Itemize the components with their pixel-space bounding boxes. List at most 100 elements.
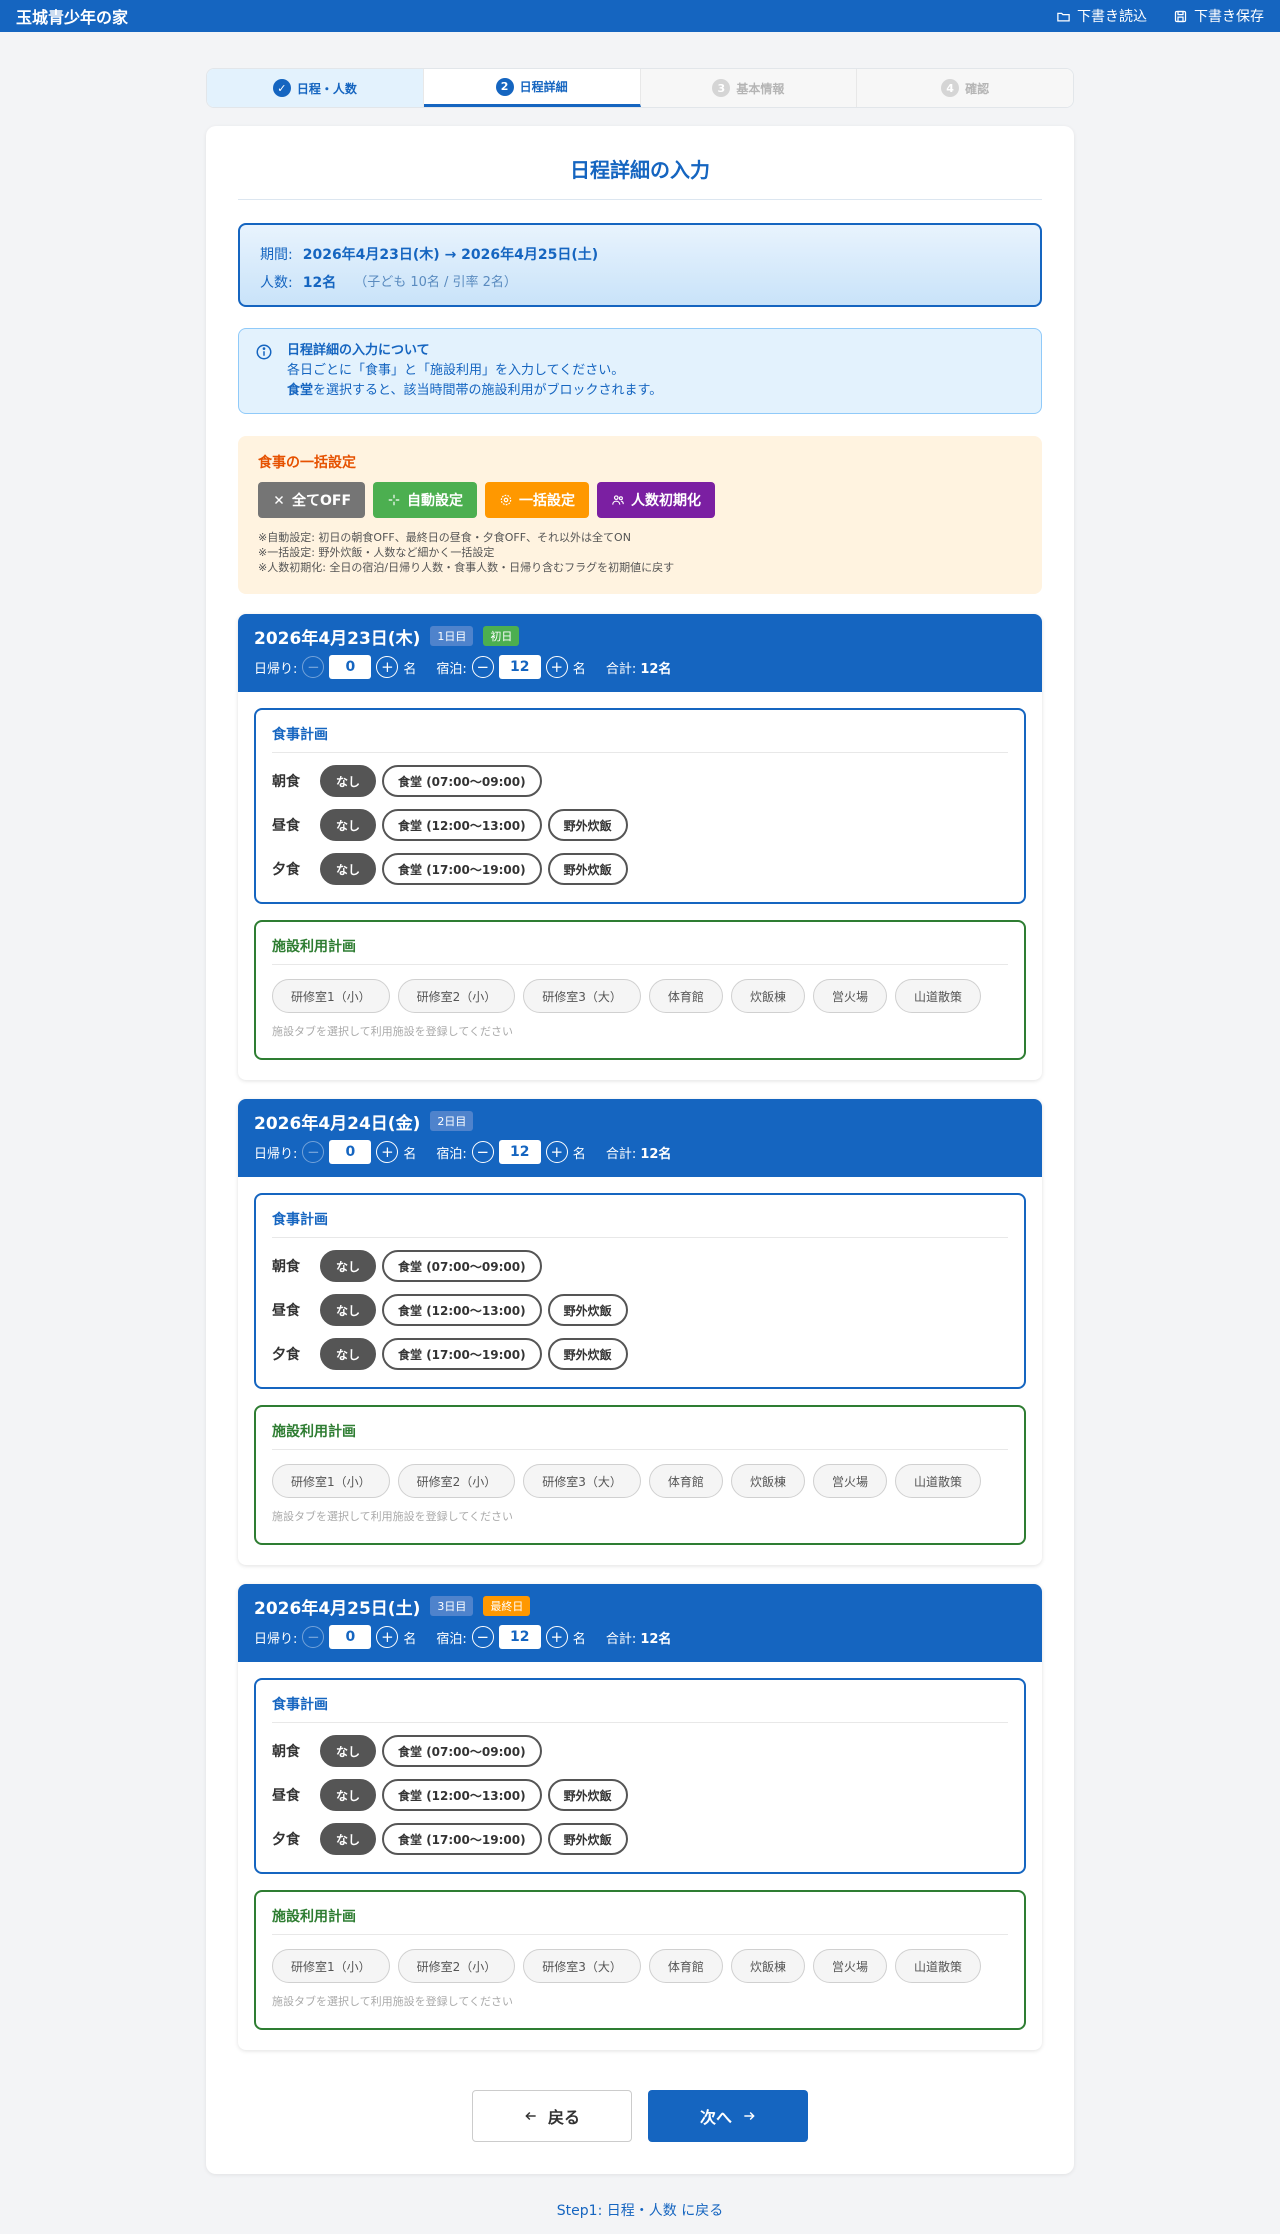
app-title: 玉城青少年の家 [16, 8, 129, 27]
back-to-step1-link[interactable]: Step1: 日程・人数 に戻る [0, 2200, 1280, 2220]
dinner-row: 夕食 なし 食堂 (17:00〜19:00) 野外炊飯 [272, 1823, 1008, 1855]
breakfast-cafeteria-option[interactable]: 食堂 (07:00〜09:00) [382, 1735, 542, 1767]
breakfast-none-option[interactable]: なし [320, 1250, 377, 1282]
facility-tab-campfire-site[interactable]: 営火場 [812, 1464, 887, 1498]
stay-minus-button[interactable]: − [471, 1626, 494, 1648]
breakfast-none-option[interactable]: なし [320, 765, 377, 797]
daytrip-count[interactable]: 0 [329, 1140, 372, 1164]
daytrip-count[interactable]: 0 [329, 655, 372, 679]
stay-count[interactable]: 12 [498, 1140, 541, 1164]
stay-unit: 名 [572, 1631, 586, 1647]
facility-tab-cooking-building[interactable]: 炊飯棟 [730, 1464, 805, 1498]
day-total: 合計: 12名 [606, 1143, 672, 1162]
day-number-badge: 3日目 [430, 1596, 474, 1616]
stay-count[interactable]: 12 [498, 1625, 541, 1649]
dinner-none-option[interactable]: なし [320, 853, 377, 885]
daytrip-plus-button[interactable]: + [376, 1626, 399, 1648]
lunch-outdoor-option[interactable]: 野外炊飯 [547, 1294, 628, 1326]
facility-tab-training-room-1[interactable]: 研修室1（小） [272, 1464, 390, 1498]
stay-plus-button[interactable]: + [545, 1626, 568, 1648]
lunch-none-option[interactable]: なし [320, 1779, 377, 1811]
facility-tab-gymnasium[interactable]: 体育館 [648, 1949, 723, 1983]
back-button[interactable]: 戻る [472, 2090, 632, 2142]
facility-tab-training-room-2[interactable]: 研修室2（小） [397, 979, 516, 1013]
all-off-button[interactable]: 全てOFF [258, 482, 366, 518]
facility-tabs: 研修室1（小） 研修室2（小） 研修室3（大） 体育館 炊飯棟 営火場 山道散策 [272, 979, 1008, 1013]
dinner-row: 夕食 なし 食堂 (17:00〜19:00) 野外炊飯 [272, 1338, 1008, 1370]
total-value: 12名 [640, 661, 672, 677]
stay-minus-button[interactable]: − [471, 1141, 494, 1163]
next-button[interactable]: 次へ [648, 2090, 808, 2142]
daytrip-minus-button[interactable]: − [302, 656, 325, 678]
dinner-outdoor-option[interactable]: 野外炊飯 [547, 1338, 628, 1370]
dinner-outdoor-option[interactable]: 野外炊飯 [547, 853, 628, 885]
facility-tab-training-room-1[interactable]: 研修室1（小） [272, 979, 390, 1013]
dinner-cafeteria-option[interactable]: 食堂 (17:00〜19:00) [382, 1823, 542, 1855]
lunch-none-option[interactable]: なし [320, 1294, 377, 1326]
daytrip-plus-button[interactable]: + [376, 656, 399, 678]
lunch-cafeteria-option[interactable]: 食堂 (12:00〜13:00) [382, 1779, 542, 1811]
dinner-none-option[interactable]: なし [320, 1823, 377, 1855]
header-actions: 下書き読込 下書き保存 [1056, 6, 1264, 26]
dinner-label: 夕食 [272, 1347, 300, 1363]
meal-plan-title: 食事計画 [272, 724, 1008, 753]
lunch-outdoor-option[interactable]: 野外炊飯 [547, 809, 628, 841]
reset-count-button[interactable]: 人数初期化 [597, 482, 716, 518]
breakfast-cafeteria-option[interactable]: 食堂 (07:00〜09:00) [382, 765, 542, 797]
daytrip-minus-button[interactable]: − [302, 1141, 325, 1163]
total-label: 合計: [605, 1146, 637, 1162]
stay-plus-button[interactable]: + [545, 656, 568, 678]
bulk-note-reset: ※人数初期化: 全日の宿泊/日帰り人数・食事人数・日帰り含むフラグを初期値に戻す [258, 561, 675, 574]
navigation-buttons: 戻る 次へ [472, 2090, 808, 2142]
breakfast-cafeteria-option[interactable]: 食堂 (07:00〜09:00) [382, 1250, 542, 1282]
stay-count[interactable]: 12 [498, 655, 541, 679]
dinner-none-option[interactable]: なし [320, 1338, 377, 1370]
load-draft-button[interactable]: 下書き読込 [1056, 6, 1147, 26]
gear-icon [500, 494, 512, 506]
auto-set-button[interactable]: 自動設定 [373, 482, 478, 518]
lunch-none-option[interactable]: なし [320, 809, 377, 841]
page-title: 日程詳細の入力 [238, 154, 1042, 200]
stay-plus-button[interactable]: + [545, 1141, 568, 1163]
dinner-cafeteria-option[interactable]: 食堂 (17:00〜19:00) [382, 1338, 542, 1370]
stay-minus-button[interactable]: − [471, 656, 494, 678]
facility-tab-campfire-site[interactable]: 営火場 [812, 1949, 887, 1983]
save-draft-label: 下書き保存 [1194, 9, 1264, 25]
step-4: 4 確認 [857, 69, 1073, 107]
daytrip-label: 日帰り: [254, 661, 298, 677]
facility-tab-mountain-trail[interactable]: 山道散策 [894, 1464, 981, 1498]
facility-tab-training-room-2[interactable]: 研修室2（小） [397, 1949, 516, 1983]
dinner-outdoor-option[interactable]: 野外炊飯 [547, 1823, 628, 1855]
facility-tab-training-room-3[interactable]: 研修室3（大） [523, 1949, 641, 1983]
app-header: 玉城青少年の家 下書き読込 下書き保存 [0, 0, 1280, 32]
lunch-outdoor-option[interactable]: 野外炊飯 [547, 1779, 628, 1811]
step-1[interactable]: ✓ 日程・人数 [207, 69, 424, 107]
breakfast-row: 朝食 なし 食堂 (07:00〜09:00) [272, 765, 1008, 797]
lunch-cafeteria-option[interactable]: 食堂 (12:00〜13:00) [382, 1294, 542, 1326]
facility-tab-campfire-site[interactable]: 営火場 [812, 979, 887, 1013]
facility-tab-gymnasium[interactable]: 体育館 [648, 979, 723, 1013]
facility-tab-training-room-3[interactable]: 研修室3（大） [523, 979, 641, 1013]
bulk-set-button[interactable]: 一括設定 [485, 482, 590, 518]
facility-tab-mountain-trail[interactable]: 山道散策 [894, 1949, 981, 1983]
facility-plan-section: 施設利用計画 研修室1（小） 研修室2（小） 研修室3（大） 体育館 炊飯棟 営… [254, 920, 1026, 1060]
facility-tab-gymnasium[interactable]: 体育館 [648, 1464, 723, 1498]
daytrip-minus-button[interactable]: − [302, 1626, 325, 1648]
lunch-cafeteria-option[interactable]: 食堂 (12:00〜13:00) [382, 809, 542, 841]
lunch-row: 昼食 なし 食堂 (12:00〜13:00) 野外炊飯 [272, 1294, 1008, 1326]
facility-tab-training-room-3[interactable]: 研修室3（大） [523, 1464, 641, 1498]
facility-tab-cooking-building[interactable]: 炊飯棟 [730, 979, 805, 1013]
facility-tab-mountain-trail[interactable]: 山道散策 [894, 979, 981, 1013]
meal-plan-title: 食事計画 [272, 1209, 1008, 1238]
users-icon [612, 495, 624, 505]
facility-tab-training-room-2[interactable]: 研修室2（小） [397, 1464, 516, 1498]
facility-tab-training-room-1[interactable]: 研修室1（小） [272, 1949, 390, 1983]
daytrip-plus-button[interactable]: + [376, 1141, 399, 1163]
daytrip-count[interactable]: 0 [329, 1625, 372, 1649]
stay-label: 宿泊: [436, 1631, 467, 1647]
lunch-row: 昼食 なし 食堂 (12:00〜13:00) 野外炊飯 [272, 1779, 1008, 1811]
dinner-cafeteria-option[interactable]: 食堂 (17:00〜19:00) [382, 853, 542, 885]
save-draft-button[interactable]: 下書き保存 [1173, 6, 1264, 26]
facility-tab-cooking-building[interactable]: 炊飯棟 [730, 1949, 805, 1983]
breakfast-none-option[interactable]: なし [320, 1735, 377, 1767]
